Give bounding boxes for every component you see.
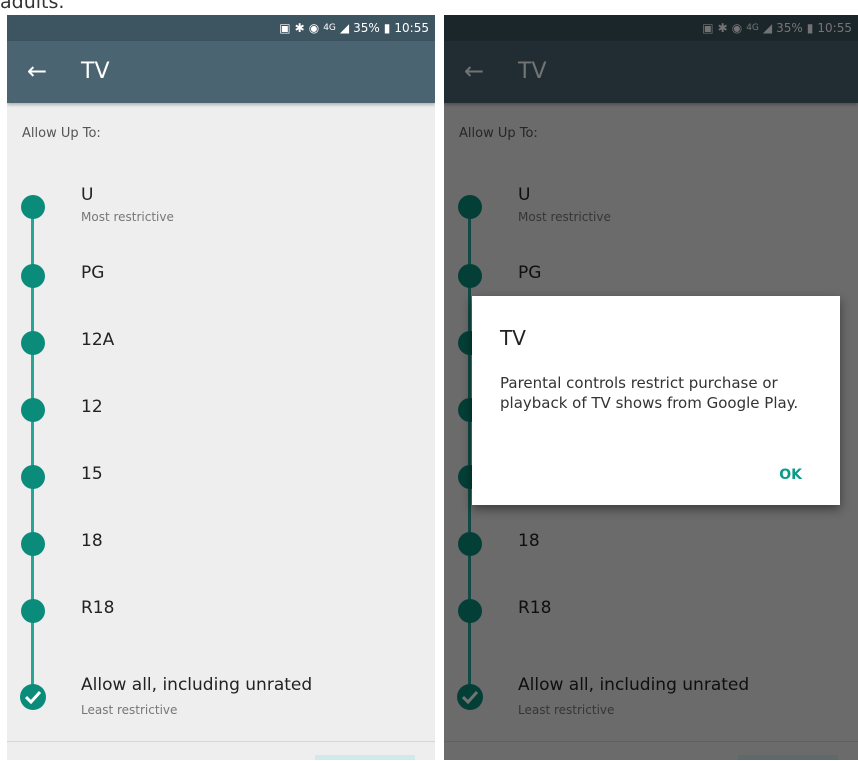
rating-dot-icon <box>21 532 45 556</box>
rating-item-12a[interactable]: 12A <box>7 327 435 367</box>
rating-dot-icon <box>21 599 45 623</box>
divider <box>7 741 435 742</box>
signal-icon: ◢ <box>339 21 350 35</box>
rating-dot-icon <box>21 195 45 219</box>
rating-label: U <box>81 185 94 205</box>
app-bar: ← TV <box>7 41 435 103</box>
rating-label: PG <box>81 263 105 283</box>
rating-item-12[interactable]: 12 <box>7 394 435 434</box>
info-dialog: TV Parental controls restrict purchase o… <box>472 296 840 505</box>
right-screen: ▣ ✱ ◉ 4G ◢ 35% ▮ 10:55 ← TV Allow Up To:… <box>444 15 858 760</box>
rating-label: 12A <box>81 330 115 350</box>
rating-item-15[interactable]: 15 <box>7 461 435 501</box>
dialog-message: Parental controls restrict purchase or p… <box>500 374 799 412</box>
network-type: 4G <box>323 23 336 33</box>
alarm-icon: ◉ <box>308 21 320 35</box>
section-label: Allow Up To: <box>22 126 101 141</box>
rating-dot-icon <box>21 331 45 355</box>
rating-item-allow-all[interactable]: Allow all, including unrated Least restr… <box>7 675 435 717</box>
bluetooth-icon: ✱ <box>294 21 305 35</box>
left-screen: ▣ ✱ ◉ 4G ◢ 35% ▮ 10:55 ← TV Allow Up To:… <box>7 15 435 760</box>
rating-item-r18[interactable]: R18 <box>7 595 435 635</box>
rating-label: R18 <box>81 598 115 618</box>
status-bar: ▣ ✱ ◉ 4G ◢ 35% ▮ 10:55 <box>7 15 435 41</box>
ok-button[interactable]: OK <box>779 467 802 483</box>
rating-dot-icon <box>21 465 45 489</box>
battery-percent: 35% <box>353 21 380 35</box>
rating-label: 18 <box>81 531 103 551</box>
caption-fragment: adults. <box>0 0 65 13</box>
rating-dot-icon <box>21 398 45 422</box>
check-circle-icon <box>20 684 46 710</box>
page-title: TV <box>81 59 110 84</box>
rating-label: Allow all, including unrated <box>81 675 313 695</box>
rating-label: 12 <box>81 397 103 417</box>
battery-icon: ▮ <box>383 21 391 35</box>
rating-sublabel: Most restrictive <box>81 210 174 224</box>
rating-item-u[interactable]: U Most restrictive <box>7 185 435 225</box>
bottom-button-edge <box>315 755 415 760</box>
rating-item-pg[interactable]: PG <box>7 260 435 300</box>
back-arrow-icon[interactable]: ← <box>27 57 47 85</box>
rating-sublabel: Least restrictive <box>81 703 178 717</box>
rating-dot-icon <box>21 264 45 288</box>
rating-item-18[interactable]: 18 <box>7 528 435 568</box>
dialog-title: TV <box>500 326 526 350</box>
sim-icon: ▣ <box>279 21 291 35</box>
clock: 10:55 <box>394 21 429 35</box>
rating-label: 15 <box>81 464 103 484</box>
